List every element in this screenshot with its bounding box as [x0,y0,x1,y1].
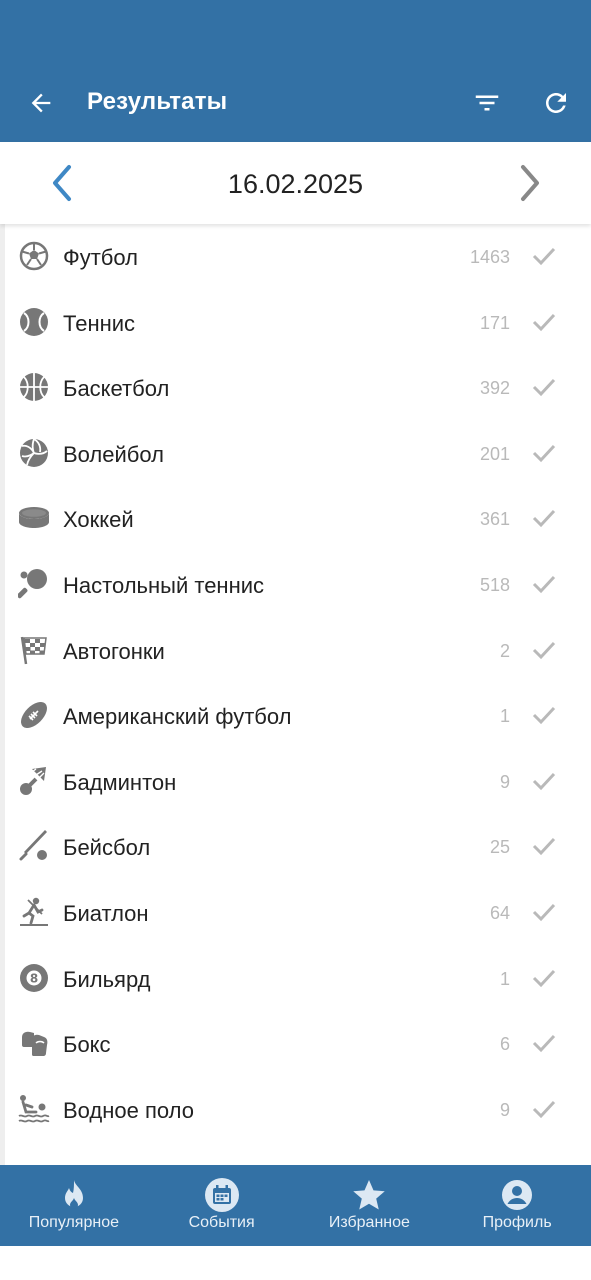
boxing-glove-icon [18,1027,50,1059]
check-icon[interactable] [530,638,558,662]
event-count: 1 [499,968,510,989]
refresh-icon [546,93,566,113]
sport-name: Футбол [63,245,138,270]
baseball-bat-icon [18,830,50,862]
filter-button[interactable] [468,84,506,122]
sport-name: Волейбол [63,441,164,467]
event-count: 9 [499,1099,510,1120]
list-item[interactable]: Биатлон 64 [5,880,591,946]
check-icon[interactable] [530,966,558,990]
hockey-puck-icon [18,502,50,534]
list-item[interactable]: Американский футбол 1 [5,683,591,749]
list-item[interactable]: Хоккей 361 [5,486,591,552]
nav-label: Профиль [482,1214,552,1231]
nav-label: Избранное [328,1214,410,1231]
shuttlecock-icon [18,765,50,797]
sport-name: Биатлон [63,900,149,926]
page-title: Результаты [87,88,228,115]
nav-popular[interactable]: Популярное [0,1165,148,1246]
billiard-ball-icon: 8 [18,962,50,994]
event-count: 64 [489,902,510,923]
next-date-button[interactable] [508,160,552,206]
sports-list: Футбол 1463 Теннис 171 Баскетбол 392 Вол… [0,224,591,1165]
american-football-icon [18,699,50,731]
sport-name: Автогонки [63,638,165,664]
check-icon[interactable] [530,441,558,465]
table-tennis-icon [18,568,50,600]
refresh-button[interactable] [537,84,575,122]
bottom-navigation: Популярное События Избранное Профиль [0,1165,591,1246]
calendar-icon [204,1177,240,1213]
date-navigator: 16.02.2025 [0,142,591,224]
basketball-icon [18,371,50,403]
tennis-ball-icon [18,306,50,338]
biathlon-icon [18,896,50,928]
checkered-flag-icon [18,634,50,666]
event-count: 9 [499,771,510,792]
check-icon[interactable] [530,572,558,596]
account-icon [499,1177,535,1213]
nav-favorites[interactable]: Избранное [296,1165,444,1246]
check-icon[interactable] [530,244,558,268]
filter-icon [475,95,499,111]
list-item[interactable]: Бокс 6 [5,1011,591,1077]
check-icon[interactable] [530,375,558,399]
arrow-left-icon [31,93,51,113]
event-count: 1 [499,706,510,727]
event-count: 6 [499,1034,510,1055]
sport-name: Бейсбол [63,835,151,861]
list-item[interactable]: Бейсбол 25 [5,814,591,880]
event-count: 2 [499,640,510,661]
selected-date[interactable]: 16.02.2025 [0,169,591,200]
volleyball-icon [18,437,50,469]
sport-name: Американский футбол [63,704,292,730]
list-item[interactable]: 8 Бильярд 1 [5,946,591,1012]
list-item[interactable]: Настольный теннис 518 [5,552,591,618]
nav-label: Популярное [28,1214,119,1231]
sport-name: Баскетбол [63,376,170,402]
chevron-right-icon [521,165,539,201]
check-icon[interactable] [530,703,558,727]
event-count: 171 [479,312,510,333]
event-count: 361 [479,509,510,530]
soccer-ball-icon [18,240,50,272]
nav-events[interactable]: События [148,1165,296,1246]
event-count: 201 [479,443,510,464]
check-icon[interactable] [530,1031,558,1055]
star-icon [351,1177,387,1213]
list-item[interactable]: Бадминтон 9 [5,749,591,815]
sport-name: Водное поло [63,1097,194,1123]
check-icon[interactable] [530,310,558,334]
sport-name: Бокс [63,1032,111,1058]
list-item[interactable]: Футбол 1463 [5,224,591,290]
sport-name: Настольный теннис [63,572,265,598]
list-item[interactable]: Теннис 171 [5,290,591,356]
water-polo-icon [18,1093,50,1125]
sport-name: Теннис [63,310,136,336]
event-count: 392 [479,378,510,399]
list-item[interactable]: Водное поло 9 [5,1077,591,1143]
list-item[interactable]: Автогонки 2 [5,618,591,684]
sport-name: Хоккей [63,507,134,533]
sport-name: Бильярд [63,966,151,992]
list-item[interactable]: Волейбол 201 [5,421,591,487]
svg-text:8: 8 [30,971,38,985]
check-icon[interactable] [530,506,558,530]
event-count: 25 [489,837,510,858]
check-icon[interactable] [530,1097,558,1121]
list-item[interactable]: Баскетбол 392 [5,355,591,421]
check-icon[interactable] [530,900,558,924]
event-count: 518 [479,574,510,595]
check-icon[interactable] [530,769,558,793]
sport-name: Бадминтон [63,769,177,795]
fire-icon [56,1177,92,1213]
back-button[interactable] [22,84,60,122]
nav-label: События [188,1214,255,1231]
check-icon[interactable] [530,834,558,858]
app-bar: Результаты [0,0,591,142]
nav-profile[interactable]: Профиль [443,1165,591,1246]
event-count: 1463 [469,247,510,267]
